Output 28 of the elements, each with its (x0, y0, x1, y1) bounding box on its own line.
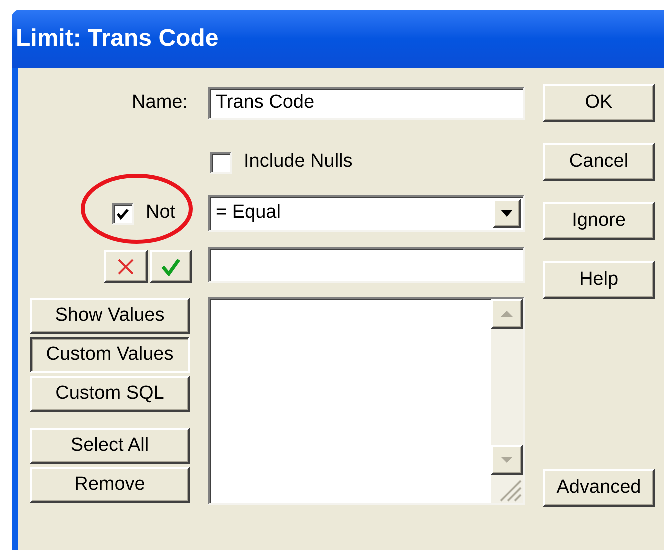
scroll-up-icon[interactable] (491, 299, 523, 329)
value-field[interactable] (208, 247, 525, 283)
button[interactable]: Show Values (30, 298, 190, 334)
button[interactable]: Advanced (543, 469, 655, 507)
button[interactable]: Select All (30, 428, 190, 464)
not-label: Not (146, 201, 176, 226)
include-nulls-checkbox[interactable] (210, 152, 232, 174)
button[interactable]: Cancel (543, 143, 655, 181)
checkmark-icon (116, 206, 130, 220)
scrollbar[interactable] (491, 299, 523, 503)
button[interactable]: Ignore (543, 202, 655, 240)
confirm-icon-button[interactable] (150, 250, 192, 283)
button[interactable]: Custom SQL (30, 376, 190, 412)
button[interactable]: OK (543, 84, 655, 122)
name-field[interactable]: Trans Code (208, 87, 525, 120)
button[interactable]: Custom Values (30, 337, 190, 373)
include-nulls-label: Include Nulls (244, 150, 353, 174)
name-label: Name: (132, 91, 188, 116)
window-title: Limit: Trans Code (16, 24, 219, 54)
button[interactable]: Remove (30, 467, 190, 503)
not-checkbox[interactable] (112, 202, 134, 224)
operator-dropdown[interactable]: = Equal (208, 195, 525, 232)
button[interactable]: Help (543, 261, 655, 299)
cross-icon (117, 258, 135, 276)
checkmark-icon (161, 258, 181, 276)
scroll-down-icon[interactable] (491, 445, 523, 475)
values-list[interactable] (208, 297, 525, 505)
cancel-icon-button[interactable] (104, 250, 148, 283)
